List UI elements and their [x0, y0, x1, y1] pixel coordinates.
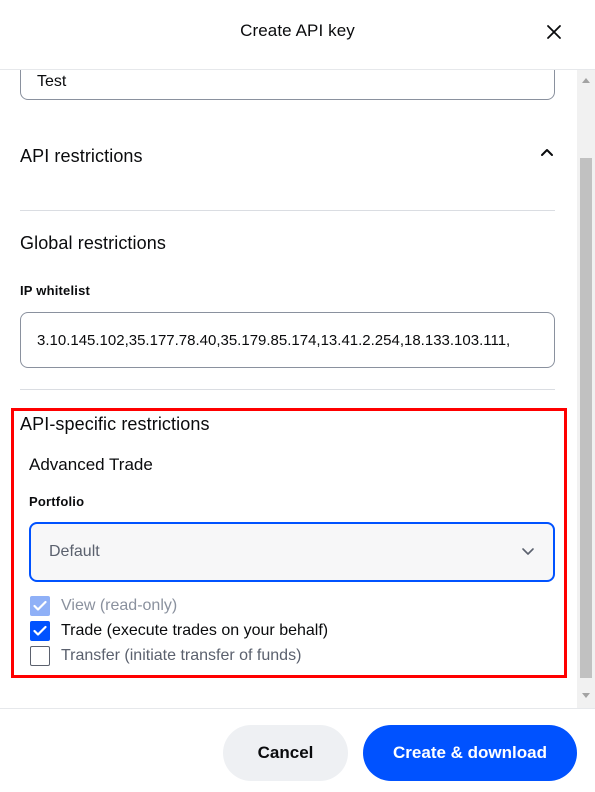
dialog-title: Create API key: [240, 21, 355, 40]
scrollbar-thumb[interactable]: [580, 158, 592, 678]
chevron-down-icon: [522, 548, 534, 555]
create-api-key-dialog: Create API key Test API restrictions Glo…: [0, 0, 595, 792]
checkbox[interactable]: [30, 646, 50, 666]
api-key-name-value: Test: [37, 73, 67, 90]
section-divider: [20, 210, 555, 211]
api-specific-restrictions-title: API-specific restrictions: [20, 414, 210, 434]
api-restrictions-title: API restrictions: [20, 146, 143, 166]
permission-transfer-checkbox[interactable]: Transfer (initiate transfer of funds): [30, 645, 301, 667]
section-divider: [20, 389, 555, 390]
dialog-footer: Cancel Create & download: [0, 708, 595, 792]
portfolio-select[interactable]: Default: [29, 522, 555, 582]
dialog-content: Test API restrictions Global restriction…: [0, 70, 575, 708]
create-and-download-button[interactable]: Create & download: [363, 725, 577, 781]
collapse-api-restrictions-button[interactable]: [537, 144, 557, 160]
api-key-name-input[interactable]: Test: [20, 70, 555, 100]
ip-whitelist-input[interactable]: 3.10.145.102,35.177.78.40,35.179.85.174,…: [20, 312, 555, 368]
close-button[interactable]: [538, 16, 570, 48]
dialog-body[interactable]: Test API restrictions Global restriction…: [0, 70, 595, 708]
vertical-scrollbar[interactable]: [577, 70, 595, 708]
checkmark-icon: [33, 625, 47, 636]
permission-trade-checkbox[interactable]: Trade (execute trades on your behalf): [30, 620, 328, 642]
checkbox[interactable]: [30, 621, 50, 641]
scroll-up-arrow-icon: [582, 78, 590, 83]
permission-label: Trade (execute trades on your behalf): [61, 622, 329, 639]
checkbox[interactable]: [30, 596, 50, 616]
global-restrictions-title: Global restrictions: [20, 233, 166, 253]
permission-view-checkbox[interactable]: View (read-only): [30, 595, 177, 617]
checkmark-icon: [33, 600, 47, 611]
dialog-header: Create API key: [0, 0, 595, 70]
chevron-up-icon: [541, 149, 553, 156]
cancel-button[interactable]: Cancel: [223, 725, 348, 781]
permission-label: Transfer (initiate transfer of funds): [61, 647, 302, 664]
ip-whitelist-label: IP whitelist: [20, 283, 91, 298]
scroll-down-button[interactable]: [577, 688, 595, 704]
permission-label: View (read-only): [61, 597, 178, 614]
close-icon: [547, 25, 561, 39]
ip-whitelist-value: 3.10.145.102,35.177.78.40,35.179.85.174,…: [37, 331, 511, 349]
portfolio-label: Portfolio: [29, 494, 85, 509]
scroll-up-button[interactable]: [577, 72, 595, 88]
scroll-down-arrow-icon: [582, 693, 590, 698]
portfolio-select-value: Default: [49, 543, 100, 560]
advanced-trade-title: Advanced Trade: [29, 455, 153, 474]
